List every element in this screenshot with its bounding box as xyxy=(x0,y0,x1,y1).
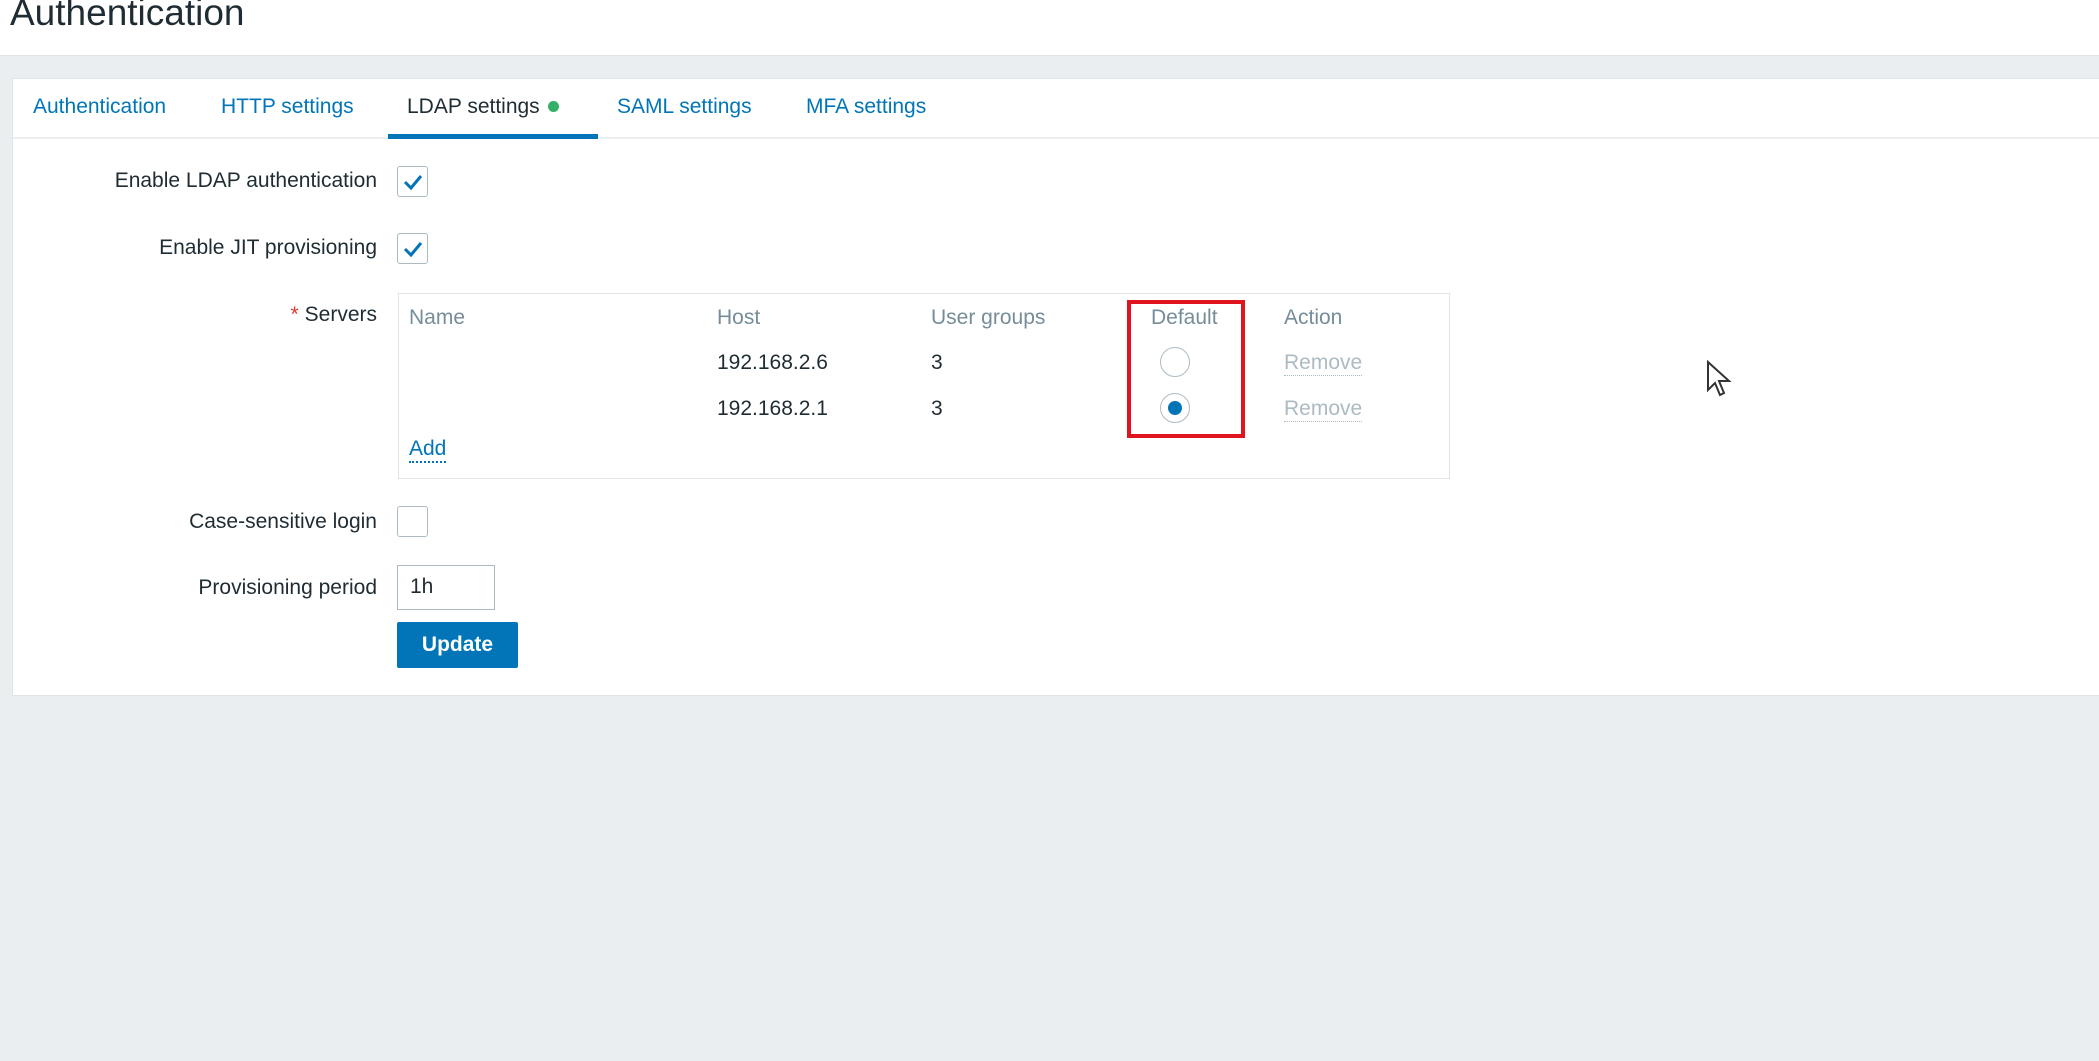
status-dot-icon xyxy=(547,101,559,112)
tab-http-settings[interactable]: HTTP settings xyxy=(221,95,354,119)
active-tab-indicator xyxy=(388,134,598,139)
tab-bar: Authentication HTTP settings LDAP settin… xyxy=(13,79,2099,139)
enable-jit-checkbox[interactable] xyxy=(397,233,428,264)
server-user-groups: 3 xyxy=(931,397,943,420)
highlight-box xyxy=(1127,300,1245,438)
tab-mfa-settings[interactable]: MFA settings xyxy=(806,95,926,119)
enable-jit-label: Enable JIT provisioning xyxy=(159,236,377,259)
checkmark-icon xyxy=(403,242,423,258)
case-sensitive-checkbox[interactable] xyxy=(397,506,428,537)
provisioning-period-label: Provisioning period xyxy=(198,576,377,599)
remove-server-link[interactable]: Remove xyxy=(1284,351,1363,376)
provisioning-period-input[interactable]: 1h xyxy=(397,565,495,610)
add-server-link[interactable]: Add xyxy=(409,437,447,463)
tab-ldap-settings[interactable]: LDAP settings xyxy=(407,95,559,119)
checkmark-icon xyxy=(403,175,423,191)
server-host: 192.168.2.6 xyxy=(717,351,828,374)
enable-ldap-checkbox[interactable] xyxy=(397,166,428,197)
server-host: 192.168.2.1 xyxy=(717,397,828,420)
ldap-settings-panel: Authentication HTTP settings LDAP settin… xyxy=(12,78,2099,696)
servers-label: * Servers xyxy=(290,303,377,327)
tab-saml-settings[interactable]: SAML settings xyxy=(617,95,752,119)
tab-label: LDAP settings xyxy=(407,95,540,118)
enable-ldap-label: Enable LDAP authentication xyxy=(114,169,377,192)
column-header-host: Host xyxy=(717,306,761,329)
page-header: Authentication xyxy=(0,0,2099,56)
column-header-name: Name xyxy=(409,306,466,329)
case-sensitive-label: Case-sensitive login xyxy=(189,510,377,533)
tab-authentication[interactable]: Authentication xyxy=(33,95,166,119)
required-mark: * xyxy=(290,303,299,326)
server-user-groups: 3 xyxy=(931,351,943,374)
remove-server-link[interactable]: Remove xyxy=(1284,397,1363,422)
page-title: Authentication xyxy=(10,0,245,33)
servers-label-text: Servers xyxy=(304,303,377,326)
servers-table: Name Host User groups Default Action 192… xyxy=(398,293,1450,479)
column-header-user-groups: User groups xyxy=(931,306,1046,329)
update-button[interactable]: Update xyxy=(397,622,518,668)
mouse-cursor-icon xyxy=(1707,360,1732,397)
column-header-action: Action xyxy=(1284,306,1343,329)
